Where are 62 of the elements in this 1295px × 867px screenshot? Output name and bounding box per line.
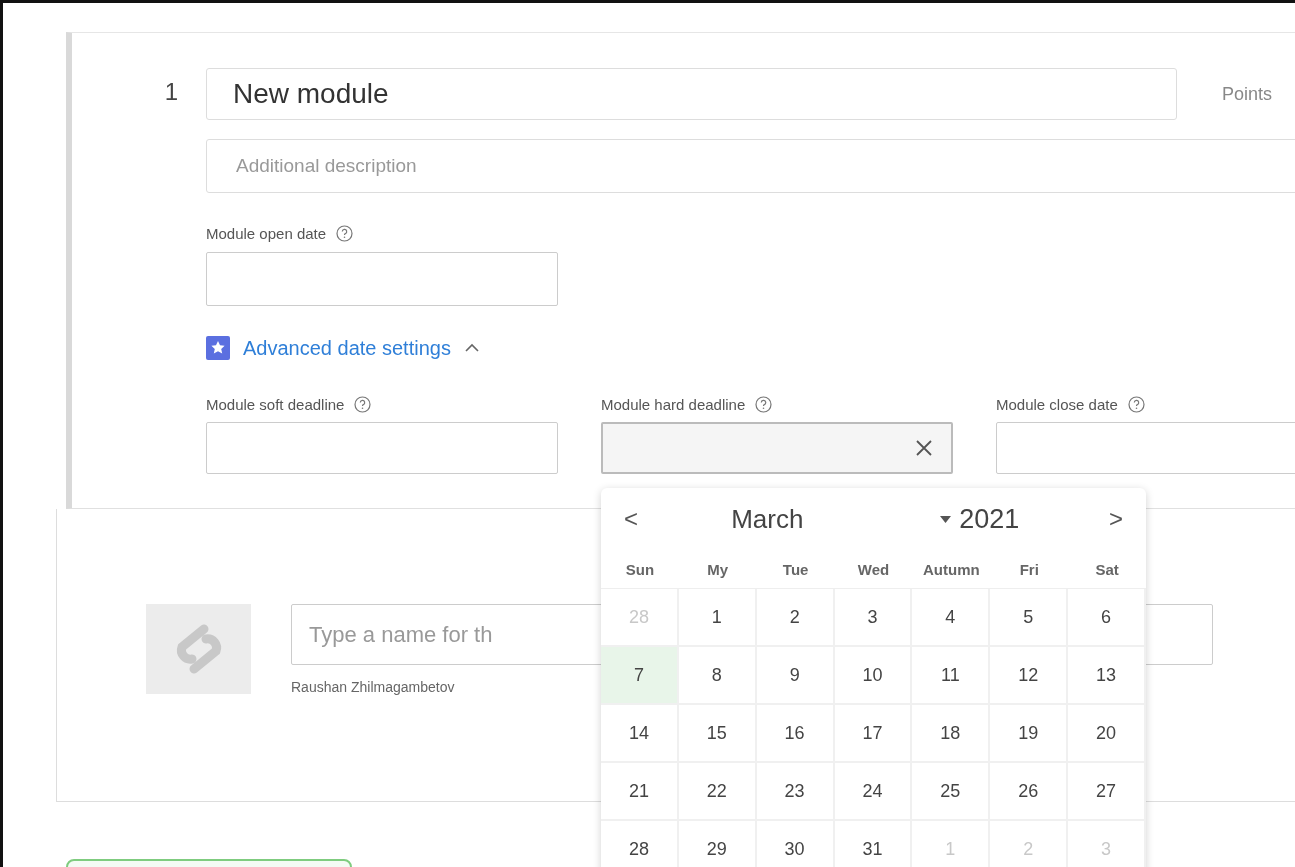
year-dropdown[interactable]: 2021 bbox=[873, 503, 1086, 535]
field-label: Module hard deadline bbox=[601, 395, 746, 413]
help-icon[interactable] bbox=[354, 395, 372, 413]
calendar-day[interactable]: 15 bbox=[678, 705, 757, 763]
calendar-day[interactable]: 4 bbox=[912, 589, 991, 647]
month-label: March bbox=[730, 503, 805, 535]
help-icon[interactable] bbox=[755, 395, 773, 413]
calendar-day[interactable]: 5 bbox=[990, 589, 1069, 647]
calendar-day[interactable]: 16 bbox=[756, 705, 835, 763]
calendar-day[interactable]: 26 bbox=[990, 763, 1069, 821]
help-icon[interactable] bbox=[336, 224, 354, 242]
weekday-label: Fri bbox=[1018, 560, 1040, 578]
calendar-day[interactable]: 19 bbox=[990, 705, 1069, 763]
calendar-day[interactable]: 22 bbox=[678, 763, 757, 821]
calendar-day[interactable]: 1 bbox=[678, 589, 757, 647]
calendar-day[interactable]: 2 bbox=[756, 589, 835, 647]
advanced-settings-link[interactable]: Advanced date settings bbox=[243, 336, 451, 360]
weekday-label: Wed bbox=[856, 560, 891, 578]
calendar-day[interactable]: 3 bbox=[834, 589, 913, 647]
dropdown-icon bbox=[940, 515, 952, 523]
date-field[interactable] bbox=[601, 422, 953, 474]
calendar-day[interactable]: 14 bbox=[601, 705, 679, 763]
calendar-day[interactable]: 28 bbox=[601, 821, 679, 867]
calendar-day[interactable]: 27 bbox=[1068, 763, 1146, 821]
calendar-day[interactable]: 30 bbox=[756, 821, 835, 867]
calendar-day[interactable]: 18 bbox=[912, 705, 991, 763]
date-field[interactable] bbox=[996, 422, 1295, 474]
calendar-day[interactable]: 11 bbox=[912, 647, 991, 705]
points-label: Points bbox=[1222, 83, 1273, 105]
module-title-field[interactable]: New module bbox=[206, 68, 1177, 120]
calendar-day[interactable]: 17 bbox=[834, 705, 913, 763]
module-number: 1 bbox=[163, 77, 179, 107]
calendar-day[interactable]: 8 bbox=[678, 647, 757, 705]
calendar-day[interactable]: 7 bbox=[601, 647, 679, 705]
help-icon[interactable] bbox=[1127, 395, 1145, 413]
weekday-label: Sun bbox=[624, 560, 656, 578]
chevron-up-icon[interactable] bbox=[463, 343, 480, 353]
calendar-day[interactable]: 25 bbox=[912, 763, 991, 821]
calendar-day[interactable]: 24 bbox=[834, 763, 913, 821]
next-month-button[interactable]: > bbox=[1086, 504, 1146, 534]
calendar-day[interactable]: 31 bbox=[834, 821, 913, 867]
author-name: Raushan Zhilmagambetov bbox=[291, 679, 456, 695]
field-label: Module open date bbox=[206, 224, 327, 242]
calendar-day[interactable]: 6 bbox=[1068, 589, 1146, 647]
calendar-day[interactable]: 10 bbox=[834, 647, 913, 705]
close-icon[interactable] bbox=[915, 439, 933, 457]
calendar-day[interactable]: 12 bbox=[990, 647, 1069, 705]
weekday-label: Sat bbox=[1094, 560, 1120, 578]
calendar-day[interactable]: 29 bbox=[678, 821, 757, 867]
field-label: Module close date bbox=[996, 395, 1118, 413]
weekday-label: My bbox=[706, 560, 730, 578]
calendar-day[interactable]: 13 bbox=[1068, 647, 1146, 705]
calendar-day[interactable]: 20 bbox=[1068, 705, 1146, 763]
weekday-label: Autumn bbox=[922, 560, 981, 578]
calendar-day[interactable]: 9 bbox=[756, 647, 835, 705]
previous-month-button[interactable]: < bbox=[601, 504, 661, 534]
date-field[interactable] bbox=[206, 252, 558, 306]
calendar-day[interactable]: 23 bbox=[756, 763, 835, 821]
weekday-label: Tue bbox=[781, 560, 810, 578]
calendar-day[interactable]: 21 bbox=[601, 763, 679, 821]
field-label: Module soft deadline bbox=[206, 395, 345, 413]
date-field[interactable] bbox=[206, 422, 558, 474]
